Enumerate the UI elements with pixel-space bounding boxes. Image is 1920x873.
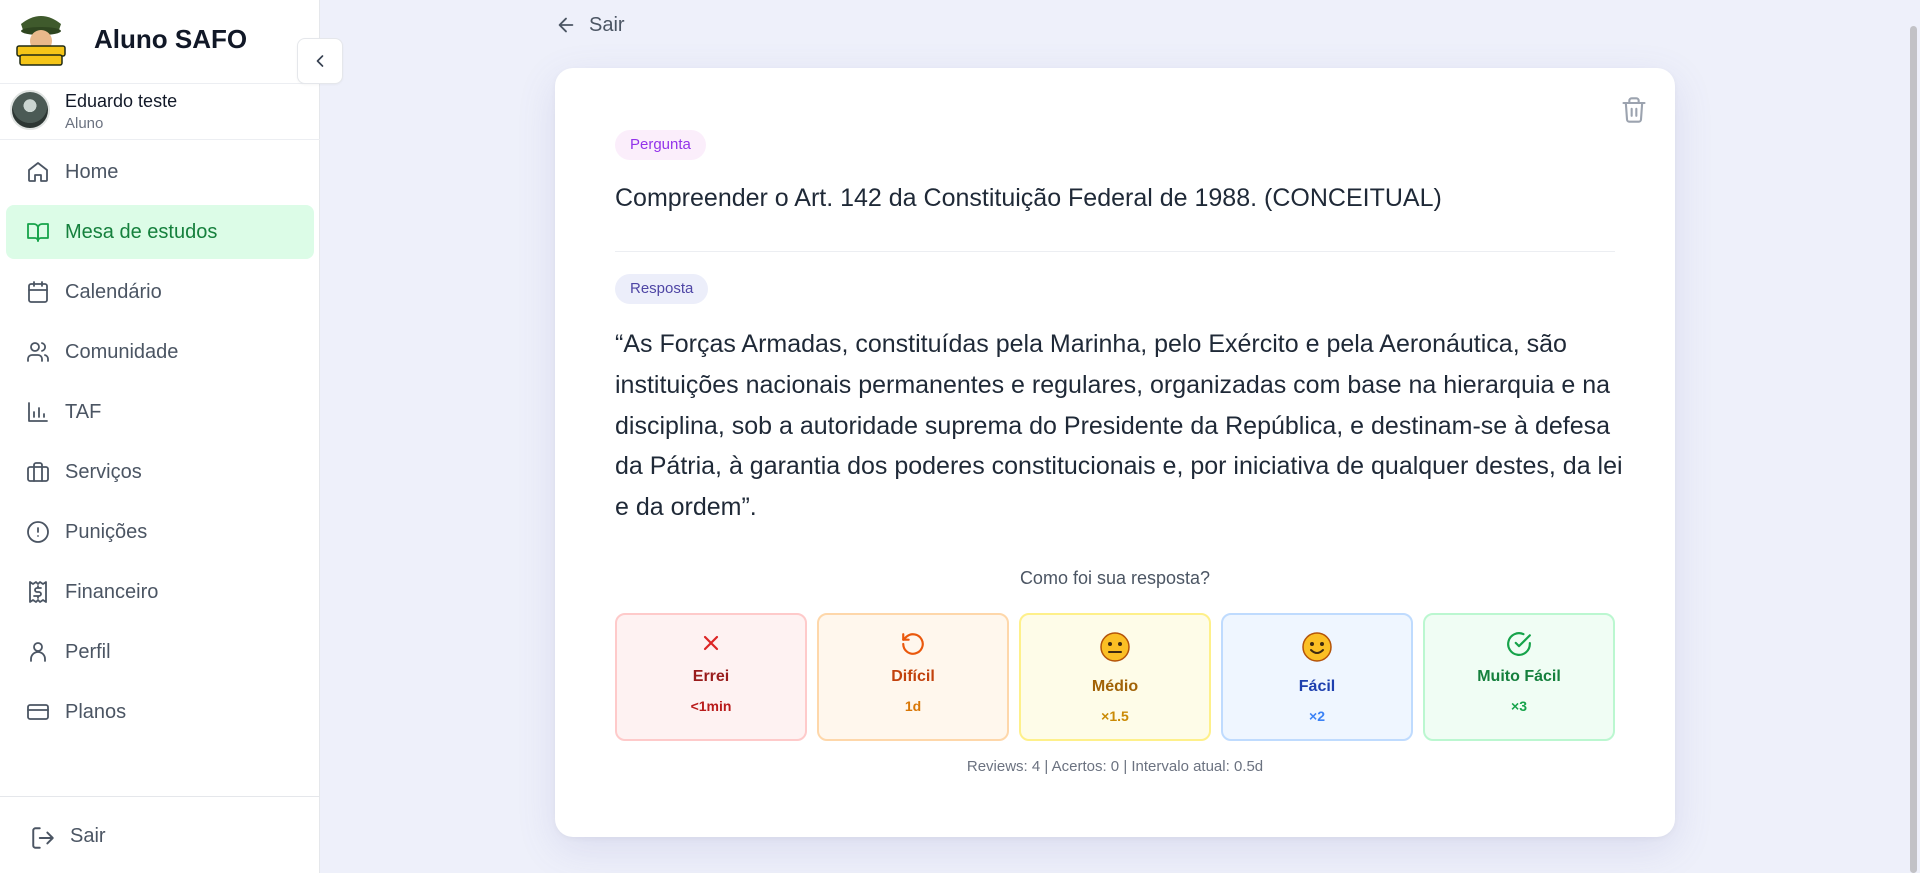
user-role: Aluno: [65, 115, 104, 132]
review-stats: Reviews: 4 | Acertos: 0 | Intervalo atua…: [966, 758, 1264, 775]
users-icon: [27, 342, 49, 362]
rating-label: Muito Fácil: [1477, 668, 1561, 685]
card-divider: [615, 251, 1615, 252]
logout-label: Sair: [70, 825, 106, 847]
avatar: [10, 90, 50, 130]
question-text: Compreender o Art. 142 da Constituição F…: [615, 184, 1442, 212]
rating-dificil-button[interactable]: Difícil 1d: [817, 613, 1009, 741]
sidebar-item-punicoes[interactable]: Punições: [6, 505, 314, 559]
sidebar-divider: [0, 796, 320, 797]
receipt-dollar-icon: [29, 581, 47, 603]
back-label: Sair: [589, 13, 625, 36]
x-icon: [703, 635, 719, 651]
bar-chart-icon: [28, 402, 48, 422]
sidebar-item-servicos[interactable]: Serviços: [6, 445, 314, 499]
briefcase-icon: [27, 462, 49, 482]
sidebar-item-label: Mesa de estudos: [65, 220, 218, 243]
rating-prompt: Como foi sua resposta?: [1019, 568, 1211, 588]
sidebar-item-planos[interactable]: Planos: [6, 685, 314, 739]
rating-medio-button[interactable]: Médio ×1.5: [1019, 613, 1211, 741]
rating-muito-facil-button[interactable]: Muito Fácil ×3: [1423, 613, 1615, 741]
answer-badge: Resposta: [615, 274, 709, 304]
log-out-icon: [32, 827, 54, 849]
sidebar-item-label: Comunidade: [65, 340, 179, 363]
check-circle-icon: [1507, 632, 1531, 656]
calendar-icon: [28, 281, 48, 303]
sidebar-item-financeiro[interactable]: Financeiro: [6, 565, 314, 619]
sidebar-item-label: Home: [65, 160, 119, 183]
credit-card-icon: [27, 704, 49, 720]
question-badge: Pergunta: [615, 130, 706, 160]
rotate-ccw-icon: [902, 633, 924, 655]
rating-interval: ×1.5: [1101, 708, 1129, 724]
sidebar-item-label: Financeiro: [65, 580, 159, 603]
sidebar-item-label: Calendário: [65, 280, 162, 303]
rating-label: Fácil: [1298, 678, 1336, 695]
page-scrollbar[interactable]: [1906, 0, 1920, 873]
rating-interval: ×2: [1309, 708, 1325, 724]
sidebar-item-mesa-de-estudos[interactable]: Mesa de estudos: [6, 205, 314, 259]
brand-header: Aluno SAFO: [0, 0, 320, 84]
rating-interval: 1d: [904, 698, 922, 714]
sidebar-item-label: Serviços: [65, 460, 142, 483]
sidebar-item-taf[interactable]: TAF: [6, 385, 314, 439]
user-profile[interactable]: Eduardo teste Aluno: [0, 84, 320, 140]
app-logo: [15, 8, 67, 66]
rating-errei-button[interactable]: Errei <1min: [615, 613, 807, 741]
chevron-left-icon: [316, 55, 324, 67]
sidebar-item-calendario[interactable]: Calendário: [6, 265, 314, 319]
rating-interval: ×3: [1511, 698, 1527, 714]
neutral-face-icon: [1100, 632, 1130, 662]
collapse-sidebar-button[interactable]: [297, 38, 343, 84]
rating-label: Médio: [1091, 678, 1139, 695]
rating-interval: <1min: [690, 698, 732, 714]
sidebar-item-perfil[interactable]: Perfil: [6, 625, 314, 679]
sidebar-item-comunidade[interactable]: Comunidade: [6, 325, 314, 379]
rating-label: Errei: [692, 668, 730, 685]
sidebar-item-label: Punições: [65, 520, 148, 543]
scrollbar-thumb[interactable]: [1910, 26, 1917, 873]
back-link[interactable]: Sair: [555, 10, 625, 40]
smile-face-icon: [1302, 632, 1332, 662]
logout-button[interactable]: Sair: [6, 810, 314, 864]
answer-text: “As Forças Armadas, constituídas pela Ma…: [615, 330, 1623, 522]
sidebar-item-home[interactable]: Home: [6, 145, 314, 199]
rating-facil-button[interactable]: Fácil ×2: [1221, 613, 1413, 741]
alert-circle-icon: [27, 521, 49, 543]
flashcard: Pergunta Compreender o Art. 142 da Const…: [555, 68, 1675, 837]
book-open-icon: [27, 223, 49, 242]
rating-label: Difícil: [891, 668, 935, 685]
arrow-left-icon: [558, 17, 574, 33]
home-icon: [28, 162, 48, 182]
sidebar-item-label: Perfil: [65, 640, 111, 663]
sidebar: Aluno SAFO Eduardo teste Aluno Home Mesa…: [0, 0, 343, 873]
app-title: Aluno SAFO: [94, 24, 248, 54]
sidebar-item-label: Planos: [65, 700, 127, 723]
trash-icon[interactable]: [1620, 96, 1648, 124]
user-icon: [30, 642, 46, 662]
sidebar-item-label: TAF: [65, 400, 102, 423]
user-name: Eduardo teste: [65, 91, 178, 111]
